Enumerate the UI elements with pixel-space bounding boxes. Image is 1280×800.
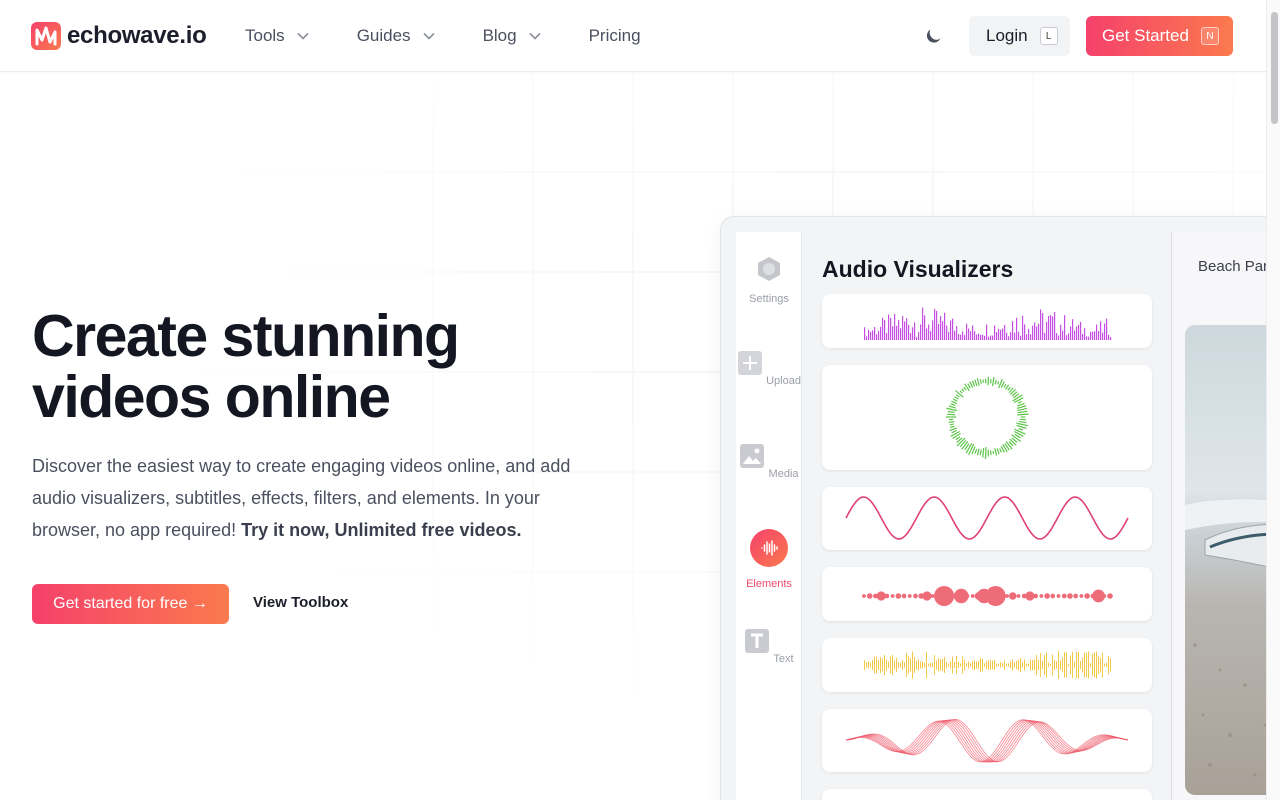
chevron-down-icon	[422, 32, 435, 40]
nav-tools-label: Tools	[245, 26, 285, 45]
helix-visualizer-preview	[845, 718, 1129, 763]
dots-visualizer-preview	[862, 586, 1113, 606]
login-label: Login	[986, 26, 1028, 45]
plus-icon	[738, 351, 763, 375]
sidebar-item-settings[interactable]: Settings	[736, 256, 802, 305]
text-icon	[745, 629, 770, 653]
sidebar-item-upload[interactable]: Upload	[736, 350, 802, 387]
get-started-label: Get Started	[1102, 26, 1189, 45]
visualizer-panel: Audio Visualizers	[803, 232, 1172, 800]
chevron-down-icon	[297, 32, 309, 40]
visualizer-dots[interactable]	[822, 567, 1152, 621]
moon-icon[interactable]	[924, 26, 944, 46]
sidebar-item-text[interactable]: Text	[736, 628, 802, 665]
nav-guides[interactable]: Guides	[357, 26, 435, 46]
get-started-shortcut: N	[1200, 27, 1219, 45]
image-icon	[740, 444, 765, 468]
view-toolbox-link[interactable]: View Toolbox	[253, 594, 348, 611]
waveform-icon	[750, 529, 788, 567]
nav-pricing-label: Pricing	[588, 26, 641, 45]
hexagon-icon	[758, 257, 780, 281]
nav-blog-label: Blog	[482, 26, 517, 45]
main-nav: Tools Guides Blog Pricing	[245, 0, 689, 72]
nav-guides-label: Guides	[356, 26, 411, 45]
sidebar-item-media[interactable]: Media	[736, 443, 802, 480]
login-shortcut: L	[1039, 27, 1058, 45]
scrollbar-thumb[interactable]	[1271, 12, 1278, 124]
logo-text: echowave.io	[67, 22, 207, 49]
get-started-button[interactable]: Get Started N	[1086, 16, 1233, 56]
hero-description-bold: Try it now, Unlimited free videos.	[241, 520, 522, 540]
site-header: echowave.io Tools Guides Blog Pricing Lo…	[0, 0, 1266, 72]
page-scrollbar[interactable]	[1266, 0, 1280, 800]
chevron-down-icon	[529, 32, 541, 40]
hero-description: Discover the easiest way to create engag…	[32, 450, 602, 546]
preview-title: Beach Par	[1198, 258, 1266, 275]
visualizer-helix[interactable]	[822, 709, 1152, 772]
hero-title-line2: videos online	[32, 364, 391, 430]
bars-visualizer-preview	[864, 307, 1112, 340]
get-started-free-button[interactable]: Get started for free →	[32, 584, 229, 624]
visualizer-circle[interactable]	[822, 365, 1152, 470]
sidebar-item-elements[interactable]: Elements	[736, 529, 802, 590]
preview-pane: Beach Par	[1173, 232, 1266, 800]
sidebar-label: Upload	[766, 375, 801, 387]
circle-visualizer-preview	[945, 376, 1029, 459]
sine-visualizer-preview	[845, 496, 1129, 540]
nav-tools[interactable]: Tools	[245, 26, 309, 46]
page: echowave.io Tools Guides Blog Pricing Lo…	[0, 0, 1280, 800]
editor-sidebar: Settings Upload Media Elements Text	[736, 232, 802, 800]
visualizer-waveform[interactable]	[822, 638, 1152, 692]
nav-pricing[interactable]: Pricing	[589, 26, 641, 46]
waveform-visualizer-preview	[864, 651, 1111, 679]
visualizer-sine[interactable]	[822, 487, 1152, 550]
hero-title-line1: Create stunning	[32, 303, 460, 369]
logo-icon	[31, 22, 61, 50]
panel-title: Audio Visualizers	[822, 256, 1014, 282]
sidebar-label: Text	[773, 653, 794, 665]
nav-blog[interactable]: Blog	[483, 26, 541, 46]
visualizer-more[interactable]	[822, 789, 1152, 800]
login-button[interactable]: Login L	[969, 16, 1070, 56]
hero-title: Create stunning videos online	[32, 303, 460, 430]
logo[interactable]: echowave.io	[31, 20, 207, 52]
beach-preview-image	[1185, 325, 1266, 795]
visualizer-bars[interactable]	[822, 294, 1152, 348]
sidebar-label: Settings	[749, 293, 789, 305]
sidebar-label: Elements	[746, 578, 792, 590]
sidebar-label: Media	[768, 468, 799, 480]
